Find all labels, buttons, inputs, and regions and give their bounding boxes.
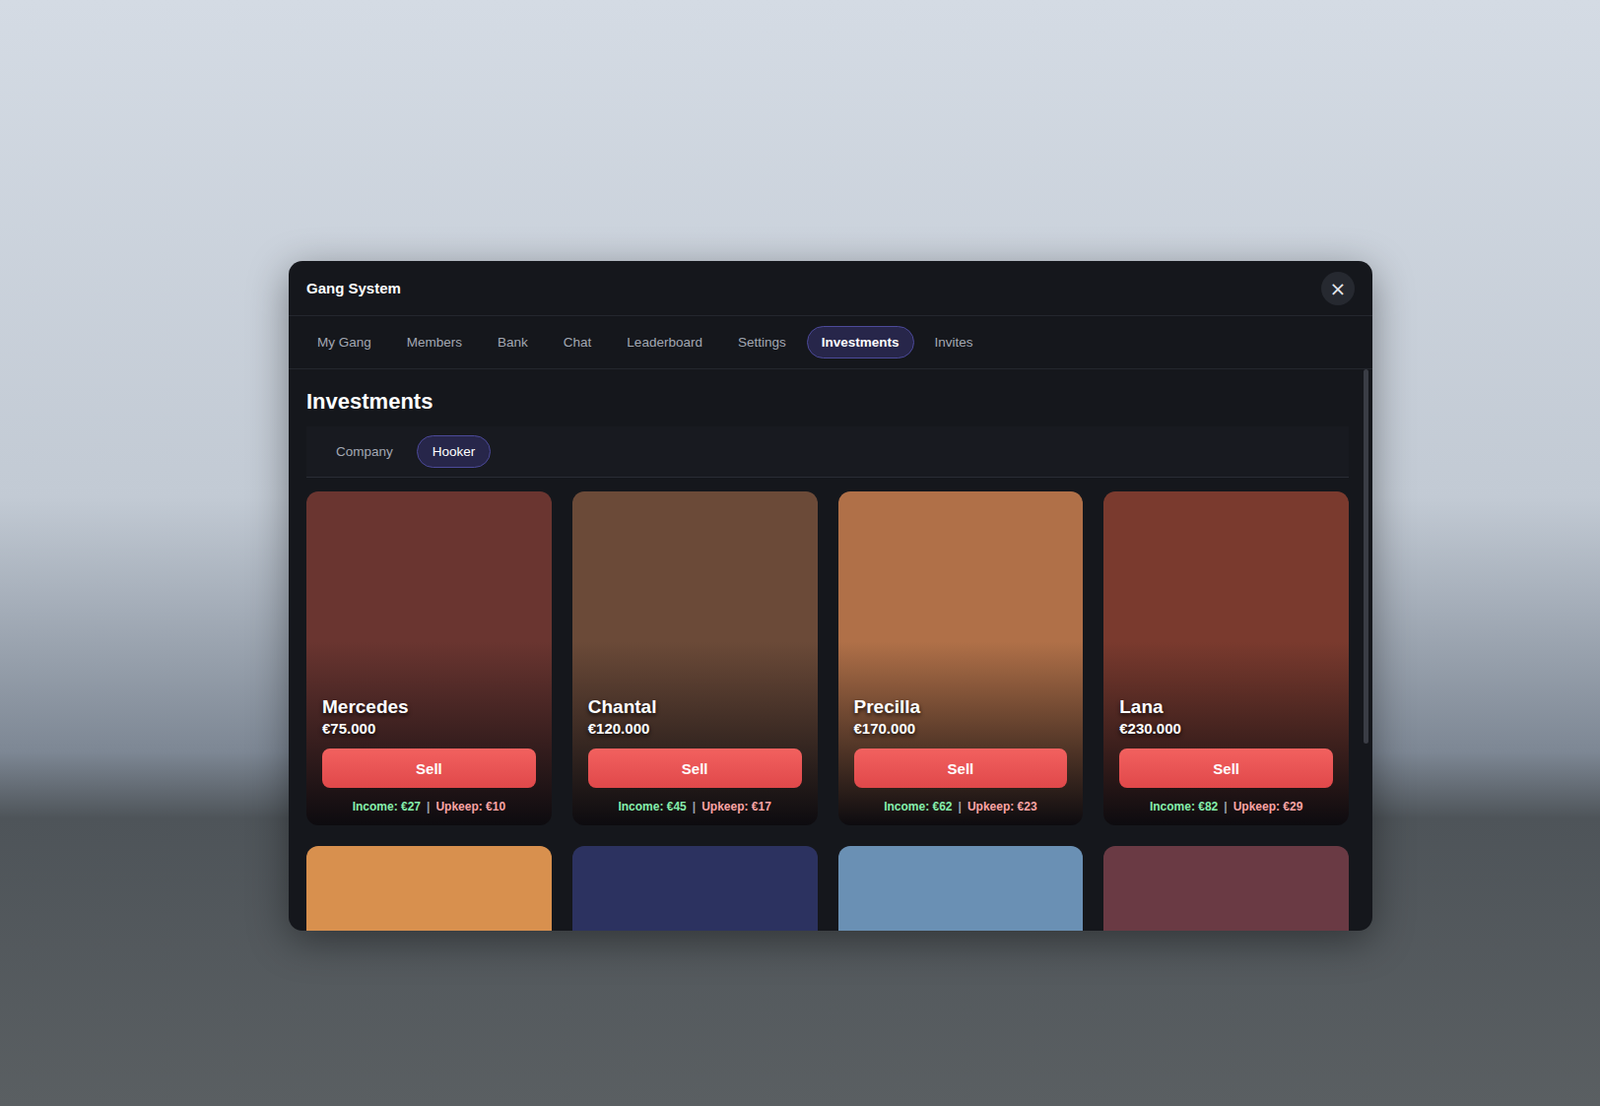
income-text: Income: €82: [1149, 800, 1218, 814]
card-price: €170.000: [854, 720, 1068, 737]
investment-card: [1103, 846, 1349, 932]
subtab[interactable]: Company: [320, 435, 409, 468]
upkeep-text: Upkeep: €29: [1233, 800, 1304, 814]
sell-button[interactable]: Sell: [588, 748, 802, 789]
card-stats: Income: €27 | Upkeep: €10: [322, 800, 536, 814]
scrollbar[interactable]: [1363, 369, 1369, 922]
investment-card: Precilla€170.000 Sell Income: €62 | Upkeep: …: [838, 491, 1084, 826]
tab[interactable]: Investments: [806, 326, 915, 359]
scrollbar-thumb[interactable]: [1363, 369, 1369, 744]
tab[interactable]: Bank: [482, 326, 543, 359]
tab[interactable]: My Gang: [302, 326, 387, 359]
card-price: €120.000: [588, 720, 802, 737]
upkeep-text: Upkeep: €17: [701, 800, 772, 814]
card-price: €75.000: [322, 720, 536, 737]
separator: |: [692, 800, 696, 814]
section-title: Investments: [306, 389, 1349, 415]
investment-card: [838, 846, 1084, 932]
investment-card: Mercedes€75.000 Sell Income: €27 | Upkeep: €…: [306, 491, 552, 826]
window-header: Gang System ×: [288, 261, 1373, 317]
investment-card: Lana€230.000 Sell Income: €82 | Upkeep: €29: [1103, 491, 1349, 826]
income-text: Income: €45: [617, 800, 686, 814]
sell-button[interactable]: Sell: [1119, 748, 1334, 789]
tab-bar: My GangMembersBankChatLeaderboardSetting…: [288, 316, 1373, 370]
separator: |: [426, 800, 430, 814]
investment-card: [306, 846, 552, 932]
tab[interactable]: Settings: [723, 326, 801, 359]
investment-card: [572, 846, 818, 932]
subtab[interactable]: Hooker: [416, 435, 492, 468]
tab[interactable]: Members: [392, 326, 477, 359]
tab[interactable]: Leaderboard: [611, 326, 718, 359]
investment-grid: Mercedes€75.000 Sell Income: €27 | Upkeep: €…: [306, 491, 1349, 932]
sell-button[interactable]: Sell: [854, 748, 1068, 789]
investment-card: Chantal€120.000 Sell Income: €45 | Upkeep: €…: [572, 491, 818, 826]
card-price: €230.000: [1119, 720, 1334, 737]
card-stats: Income: €62 | Upkeep: €23: [854, 800, 1068, 814]
card-name: Chantal: [588, 696, 802, 719]
card-name: Precilla: [854, 696, 1068, 719]
separator: |: [958, 800, 962, 814]
content-area: Investments CompanyHooker Mercedes€75.000 S…: [288, 369, 1373, 932]
card-stats: Income: €45 | Upkeep: €17: [588, 800, 802, 814]
card-name: Lana: [1119, 696, 1334, 719]
income-text: Income: €27: [352, 800, 421, 814]
upkeep-text: Upkeep: €10: [435, 800, 506, 814]
sell-button[interactable]: Sell: [322, 748, 536, 789]
tab[interactable]: Chat: [548, 326, 607, 359]
gang-system-window: Gang System × My GangMembersBankChatLeader…: [288, 261, 1373, 932]
card-name: Mercedes: [322, 696, 536, 719]
income-text: Income: €62: [883, 800, 952, 814]
card-stats: Income: €82 | Upkeep: €29: [1119, 800, 1334, 814]
close-button[interactable]: ×: [1321, 271, 1355, 306]
separator: |: [1223, 800, 1227, 814]
subtab-bar: CompanyHooker: [306, 426, 1349, 478]
upkeep-text: Upkeep: €23: [967, 800, 1038, 814]
tab[interactable]: Invites: [920, 326, 989, 359]
game-screen: Gang System × My GangMembersBankChatLeader…: [0, 0, 1600, 1106]
window-title: Gang System: [306, 279, 401, 297]
